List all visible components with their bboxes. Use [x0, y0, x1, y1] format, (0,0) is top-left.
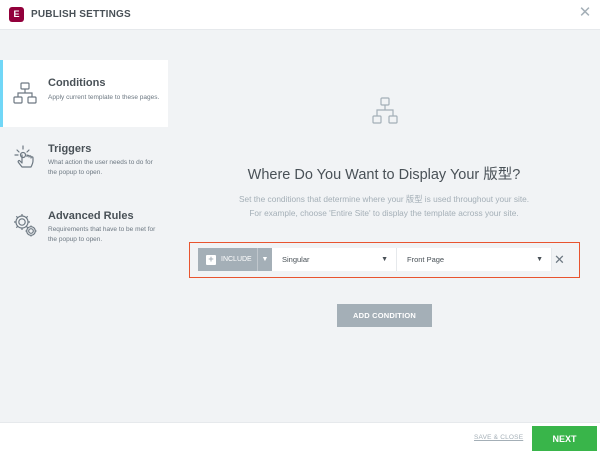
sidebar-item-label: Conditions [48, 77, 106, 89]
condition-type-value: Singular [282, 255, 310, 264]
description-line: Set the conditions that determine where … [238, 194, 530, 204]
sidebar: Conditions Apply current template to the… [0, 30, 168, 422]
sidebar-item-description: What action the user needs to do for the… [48, 159, 153, 176]
sidebar-item-description: Requirements that have to be met for the… [48, 226, 156, 243]
elementor-logo-icon: E [9, 7, 24, 22]
sidebar-item-triggers[interactable]: Triggers What action the user needs to d… [0, 135, 168, 202]
modal-footer: SAVE & CLOSE NEXT [0, 422, 600, 453]
condition-target-value: Front Page [407, 255, 445, 264]
modal-title: PUBLISH SETTINGS [31, 9, 131, 20]
condition-type-select[interactable]: Singular ▼ [272, 248, 397, 271]
include-label: INCLUDE [221, 256, 252, 263]
conditions-panel: Where Do You Want to Display Your 版型? Se… [168, 30, 600, 422]
save-close-link[interactable]: SAVE & CLOSE [474, 434, 523, 441]
sidebar-item-advanced-rules[interactable]: Advanced Rules Requirements that have to… [0, 202, 168, 269]
sidebar-item-conditions[interactable]: Conditions Apply current template to the… [0, 60, 168, 127]
click-hand-icon [14, 145, 34, 168]
plus-icon: + [206, 254, 216, 265]
sidebar-item-label: Advanced Rules [48, 210, 134, 222]
conditions-heading: Where Do You Want to Display Your 版型? [247, 167, 521, 183]
remove-condition-icon[interactable]: ✕ [552, 248, 567, 271]
caret-down-icon: ▼ [257, 248, 272, 271]
caret-down-icon: ▼ [381, 256, 388, 263]
sitemap-icon [372, 97, 398, 124]
caret-down-icon: ▼ [536, 256, 543, 263]
sitemap-icon [13, 82, 37, 104]
close-icon[interactable]: ✕ [578, 5, 592, 20]
include-exclude-select[interactable]: + INCLUDE ▼ [198, 248, 272, 271]
sidebar-item-label: Triggers [48, 143, 92, 155]
gears-icon [14, 214, 37, 237]
conditions-description: Set the conditions that determine where … [188, 192, 580, 220]
add-condition-button[interactable]: ADD CONDITION [337, 304, 432, 327]
description-line: For example, choose 'Entire Site' to dis… [249, 208, 519, 218]
condition-target-select[interactable]: Front Page ▼ [397, 248, 552, 271]
next-button[interactable]: NEXT [532, 426, 597, 451]
modal-header: E PUBLISH SETTINGS ✕ [0, 0, 600, 30]
condition-row-highlight: + INCLUDE ▼ Singular ▼ Front Page ▼ ✕ [189, 242, 580, 278]
sidebar-item-description: Apply current template to these pages. [48, 94, 160, 101]
condition-row: + INCLUDE ▼ Singular ▼ Front Page ▼ ✕ [198, 248, 567, 271]
